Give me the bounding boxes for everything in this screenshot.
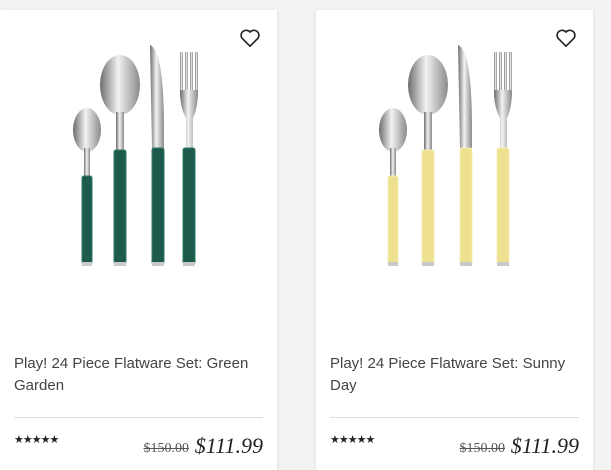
sale-price: $111.99: [510, 433, 579, 458]
product-title[interactable]: Play! 24 Piece Flatware Set: Green Garde…: [14, 353, 264, 397]
product-title[interactable]: Play! 24 Piece Flatware Set: Sunny Day: [330, 353, 580, 397]
sale-price: $111.99: [194, 433, 263, 458]
star-rating: ★★★★★: [14, 434, 59, 446]
product-card[interactable]: Play! 24 Piece Flatware Set: Green Garde…: [0, 10, 277, 470]
product-card[interactable]: Play! 24 Piece Flatware Set: Sunny Day ★…: [316, 10, 593, 470]
divider: [330, 417, 579, 418]
divider: [14, 417, 263, 418]
product-image[interactable]: [0, 30, 277, 280]
original-price: $150.00: [459, 441, 506, 456]
product-image[interactable]: [316, 30, 593, 280]
star-rating: ★★★★★: [330, 434, 375, 446]
original-price: $150.00: [143, 441, 190, 456]
